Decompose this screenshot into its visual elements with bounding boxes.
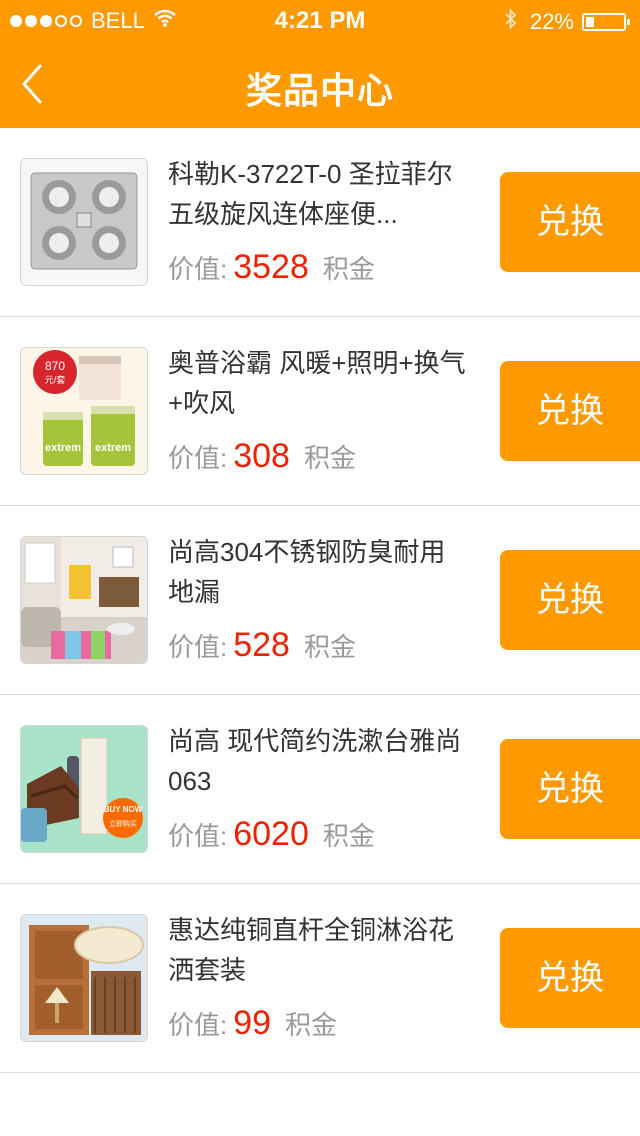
price-row: 价值: 308 积金 <box>168 437 356 477</box>
price-label: 价值: <box>168 821 228 851</box>
exchange-button[interactable]: 兑换 <box>500 550 640 650</box>
status-right: 22% <box>504 8 630 36</box>
price-value: 99 <box>233 1004 272 1042</box>
price-unit: 积金 <box>303 443 356 473</box>
price-row: 价值: 6020 积金 <box>168 815 375 855</box>
item-name: 惠达纯铜直杆全铜淋浴花洒套装 <box>168 915 455 985</box>
wood-panel-image <box>20 914 148 1042</box>
exchange-button[interactable]: 兑换 <box>500 172 640 272</box>
price-unit: 积金 <box>322 821 375 851</box>
exchange-button[interactable]: 兑换 <box>500 928 640 1028</box>
price-value: 528 <box>233 626 290 664</box>
price-unit: 积金 <box>303 632 356 662</box>
list-item: 科勒K-3722T-0 圣拉菲尔五级旋风连体座便... 价值: 3528 积金 … <box>0 128 640 317</box>
battery-tip <box>627 19 630 25</box>
exchange-button[interactable]: 兑换 <box>500 361 640 461</box>
price-unit: 积金 <box>285 1010 338 1040</box>
price-row: 价值: 99 积金 <box>168 1004 337 1044</box>
paint-price-unit-text: 元/套 <box>45 374 66 385</box>
price-row: 价值: 528 积金 <box>168 626 356 666</box>
item-name: 科勒K-3722T-0 圣拉菲尔五级旋风连体座便... <box>168 159 453 229</box>
price-label: 价值: <box>168 1010 228 1040</box>
item-name: 尚高304不锈钢防臭耐用地漏 <box>168 537 446 607</box>
buy-now-sub-text: 立即购买 <box>109 819 137 828</box>
exchange-button[interactable]: 兑换 <box>500 739 640 839</box>
price-label: 价值: <box>168 443 228 473</box>
price-label: 价值: <box>168 254 228 284</box>
list-item: 尚高304不锈钢防臭耐用地漏 价值: 528 积金 兑换 <box>0 506 640 695</box>
list-item: BUY NOW 立即购买 尚高 现代简约洗漱台雅尚063 价值: 6020 积金… <box>0 695 640 884</box>
furniture-image: BUY NOW 立即购买 <box>20 725 148 853</box>
app-header: BELL 4:21 PM 22% 奖品中心 <box>0 0 640 128</box>
price-row: 价值: 3528 积金 <box>168 248 375 288</box>
buy-now-text: BUY NOW <box>104 805 143 814</box>
paint-brand-text: extrem <box>95 442 131 454</box>
battery-fill <box>586 17 594 27</box>
bluetooth-icon <box>504 8 518 36</box>
price-value: 6020 <box>233 815 309 853</box>
battery-percent: 22% <box>529 9 574 34</box>
list-item: 惠达纯铜直杆全铜淋浴花洒套装 价值: 99 积金 兑换 <box>0 884 640 1073</box>
paint-brand-text: extrem <box>45 442 81 454</box>
item-name: 奥普浴霸 风暖+照明+换气+吹风 <box>168 348 466 418</box>
page-title: 奖品中心 <box>245 70 394 111</box>
price-unit: 积金 <box>322 254 375 284</box>
prize-list: 科勒K-3722T-0 圣拉菲尔五级旋风连体座便... 价值: 3528 积金 … <box>0 128 640 1073</box>
list-item: 870 元/套 extrem extrem 奥普浴霸 风暖+照明+换气+吹风 价… <box>0 317 640 506</box>
battery-icon <box>582 13 630 31</box>
price-label: 价值: <box>168 632 228 662</box>
bathroom-heater-image <box>20 158 148 286</box>
paint-buckets-image: 870 元/套 extrem extrem <box>20 347 148 475</box>
price-value: 3528 <box>233 248 309 286</box>
status-bar: BELL 4:21 PM 22% <box>0 0 640 40</box>
item-name: 尚高 现代简约洗漱台雅尚063 <box>168 726 462 796</box>
paint-price-text: 870 <box>45 359 65 373</box>
price-value: 308 <box>233 437 290 475</box>
living-room-image <box>20 536 148 664</box>
nav-bar: 奖品中心 <box>0 40 640 128</box>
